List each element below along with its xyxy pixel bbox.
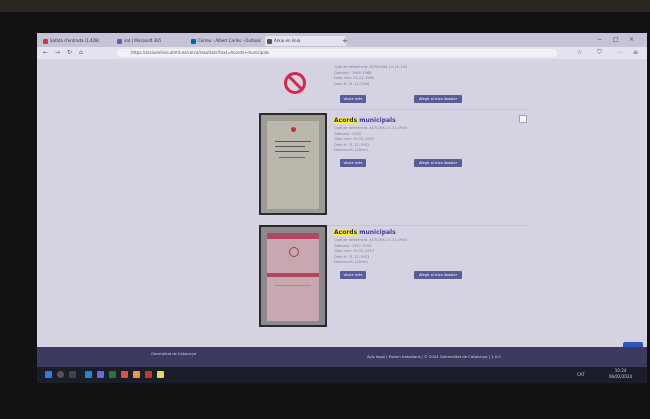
start-menu-icon[interactable] <box>45 371 52 378</box>
folder-icon[interactable] <box>133 371 140 378</box>
wall-background <box>0 0 650 12</box>
tray-clock[interactable]: 10:24 06/02/2024 <box>609 368 632 380</box>
arxiu-favicon-icon <box>267 39 272 44</box>
bookmark-icon[interactable]: ☆ <box>577 48 582 58</box>
pdf-icon[interactable] <box>121 371 128 378</box>
seal-icon <box>291 127 296 132</box>
document-page <box>267 233 319 321</box>
back-button[interactable]: ← <box>43 48 48 58</box>
menu-icon[interactable]: ≡ <box>633 48 638 58</box>
task-view-icon[interactable] <box>69 371 76 378</box>
no-image-icon <box>284 72 306 94</box>
footer-links[interactable]: Avís legal | Estem treballant | © 2024 G… <box>367 354 501 359</box>
teams-icon[interactable] <box>97 371 104 378</box>
result-title[interactable]: Acords municipals <box>334 229 396 236</box>
generalitat-logo: Generalitat de Catalunya <box>151 352 197 356</box>
search-icon[interactable] <box>57 371 64 378</box>
close-window-button[interactable]: × <box>629 36 634 44</box>
notes-icon[interactable] <box>157 371 164 378</box>
forward-button[interactable]: → <box>55 48 60 58</box>
windows-taskbar: CAT 10:24 06/02/2024 <box>37 367 647 383</box>
result-metadata: Codi de referència: ACTC/NS-17-11-1903 D… <box>334 238 408 265</box>
result-card: Acords municipals Codi de referència: AC… <box>257 113 527 223</box>
maximize-button[interactable]: □ <box>613 36 619 44</box>
browser-tab-mail[interactable]: Safata d'entrada (1.428) <box>41 36 120 46</box>
page-content: Codi de referència: ACTAC/NS-14-11-134 D… <box>37 59 647 363</box>
browser-tab-arxiu[interactable]: Arxiu en línia <box>265 36 346 46</box>
result-title[interactable]: Acords municipals <box>334 117 396 124</box>
document-thumbnail[interactable] <box>259 225 327 327</box>
browser-toolbar: ← → ↻ ⌂ https://arxiuenlinia.ahmt.es/cer… <box>37 47 647 59</box>
screen: Safata d'entrada (1.428) xat | Microsoft… <box>37 33 647 383</box>
tray-language[interactable]: CAT <box>577 371 585 379</box>
view-more-button[interactable]: Veure més <box>340 271 366 279</box>
app-icon[interactable] <box>145 371 152 378</box>
site-footer: Generalitat de Catalunya Avís legal | Es… <box>37 347 647 367</box>
result-metadata: Codi de referència: ACTC/NS-17-11-1905 D… <box>334 126 408 153</box>
result-card: Codi de referència: ACTAC/NS-14-11-134 D… <box>257 59 527 113</box>
edge-icon[interactable] <box>85 371 92 378</box>
add-to-dossier-button[interactable]: Afegir al meu dossier <box>414 95 462 103</box>
divider <box>287 109 527 110</box>
new-tab-button[interactable]: + <box>342 36 348 46</box>
teams-favicon-icon <box>117 39 122 44</box>
result-card: Acords municipals Codi de referència: AC… <box>257 225 527 335</box>
mail-favicon-icon <box>43 39 48 44</box>
extensions-icon[interactable]: ⋯ <box>617 48 623 58</box>
shield-icon[interactable]: ⛉ <box>597 48 602 58</box>
home-button[interactable]: ⌂ <box>79 48 83 58</box>
browser-tab-teams[interactable]: xat | Microsoft 365 <box>115 36 194 46</box>
add-to-dossier-button[interactable]: Afegir al meu dossier <box>414 271 462 279</box>
seal-icon <box>289 247 299 257</box>
browser-tab-outlook[interactable]: Correu - Albert Carles - Outlook <box>189 36 270 46</box>
outlook-favicon-icon <box>191 39 196 44</box>
view-more-button[interactable]: Veure més <box>340 95 366 103</box>
document-page <box>267 121 319 209</box>
monitor-bezel: Safata d'entrada (1.428) xat | Microsoft… <box>0 0 650 419</box>
select-checkbox[interactable] <box>519 115 527 123</box>
reload-button[interactable]: ↻ <box>67 48 72 58</box>
view-more-button[interactable]: Veure més <box>340 159 366 167</box>
document-thumbnail[interactable] <box>259 113 327 215</box>
excel-icon[interactable] <box>109 371 116 378</box>
results-list: Codi de referència: ACTAC/NS-14-11-134 D… <box>257 59 527 347</box>
minimize-button[interactable]: − <box>597 36 602 44</box>
add-to-dossier-button[interactable]: Afegir al meu dossier <box>414 159 462 167</box>
result-metadata: Codi de referència: ACTAC/NS-14-11-134 D… <box>334 65 408 86</box>
address-bar[interactable]: https://arxiuenlinia.ahmt.es/cerca/resul… <box>117 49 557 57</box>
browser-tab-bar: Safata d'entrada (1.428) xat | Microsoft… <box>37 33 647 47</box>
